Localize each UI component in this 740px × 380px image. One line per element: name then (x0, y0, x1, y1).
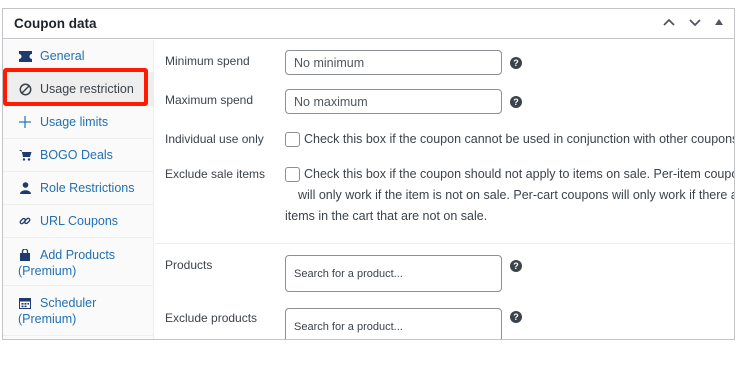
tab-scheduler-label: Scheduler (40, 296, 97, 310)
tab-usage-restriction-label: Usage restriction (40, 82, 134, 96)
exclude-products-search-input[interactable] (285, 308, 502, 339)
tab-scheduler[interactable]: Scheduler (Premium) (3, 286, 153, 336)
tab-usage-limits-label: Usage limits (40, 115, 109, 129)
exclude-sale-description-line1: Check this box if the coupon should not … (304, 167, 735, 181)
exclude-sale-checkbox[interactable] (285, 167, 300, 182)
coupon-tabs-sidebar: General Usage restriction Usage limits B… (3, 40, 154, 339)
tab-url-coupons[interactable]: URL Coupons (3, 205, 153, 238)
products-search-input[interactable] (285, 255, 502, 292)
tab-general[interactable]: General (3, 40, 153, 73)
tab-usage-limits[interactable]: Usage limits (3, 106, 153, 139)
tab-add-products[interactable]: Add Products (Premium) (3, 238, 153, 286)
ticket-icon (18, 49, 32, 63)
move-up-icon[interactable] (662, 15, 676, 29)
tab-role-restrictions[interactable]: Role Restrictions (3, 172, 153, 205)
toggle-panel-icon[interactable] (714, 17, 724, 27)
bag-icon (18, 248, 32, 262)
calendar-icon (18, 296, 32, 310)
exclude-sale-description-line2: will only work if the item is not on sal… (298, 188, 735, 202)
maximum-spend-input[interactable] (285, 89, 502, 114)
panel-title: Coupon data (14, 16, 97, 31)
tab-bogo-deals-label: BOGO Deals (40, 148, 113, 162)
products-help-icon[interactable]: ? (510, 260, 522, 272)
tab-bogo-deals[interactable]: BOGO Deals (3, 139, 153, 172)
exclude-sale-label: Exclude sale items (165, 167, 266, 181)
panel-controls (662, 15, 724, 29)
tab-role-restrictions-label: Role Restrictions (40, 181, 135, 195)
exclude-products-label: Exclude products (165, 311, 258, 325)
individual-use-description: Check this box if the coupon cannot be u… (304, 132, 735, 146)
tab-add-products-premium: (Premium) (18, 264, 77, 278)
exclude-sale-description-line3: items in the cart that are not on sale. (285, 209, 488, 223)
minimum-spend-label: Minimum spend (165, 54, 250, 68)
tab-scheduler-premium: (Premium) (18, 312, 77, 326)
user-icon (18, 181, 32, 195)
section-divider (155, 243, 734, 244)
minimum-spend-input[interactable] (285, 50, 502, 75)
individual-use-checkbox[interactable] (285, 132, 300, 147)
tab-url-coupons-label: URL Coupons (40, 214, 119, 228)
products-label: Products (165, 258, 213, 272)
usage-restriction-form: Minimum spend ? Maximum spend ? Individu… (155, 40, 735, 339)
maximum-spend-label: Maximum spend (165, 93, 254, 107)
plus-crosshair-icon (18, 115, 32, 129)
link-icon (18, 214, 32, 228)
exclude-products-help-icon[interactable]: ? (510, 311, 522, 323)
move-down-icon[interactable] (688, 15, 702, 29)
block-icon (18, 82, 32, 96)
tab-add-products-label: Add Products (40, 248, 116, 262)
tab-usage-restriction[interactable]: Usage restriction (3, 73, 153, 106)
maximum-spend-help-icon[interactable]: ? (510, 96, 522, 108)
tab-general-label: General (40, 49, 85, 63)
cart-icon (18, 148, 32, 162)
panel-header: Coupon data (3, 9, 734, 39)
coupon-data-panel: Coupon data General Usage restriction Us… (2, 8, 735, 340)
individual-use-label: Individual use only (165, 132, 264, 146)
minimum-spend-help-icon[interactable]: ? (510, 57, 522, 69)
